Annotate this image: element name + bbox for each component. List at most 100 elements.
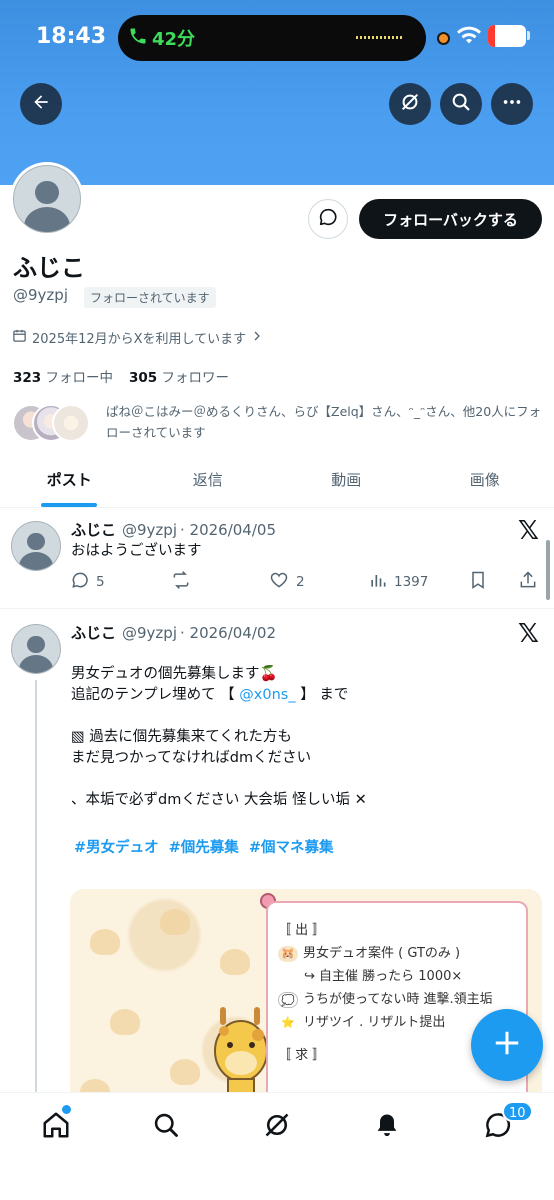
tab-replies[interactable]: 返信 xyxy=(139,458,278,507)
nav-home[interactable] xyxy=(40,1111,72,1143)
post-line: まだ見つかってなければdmください xyxy=(71,750,312,766)
followers-link[interactable]: 305 フォロワー xyxy=(129,366,229,386)
like-count: 2 xyxy=(296,574,305,590)
home-icon xyxy=(41,1110,71,1144)
following-link[interactable]: 323 フォロー中 xyxy=(13,366,113,386)
post-header: ふじこ @9yzpj · 2026/04/02 xyxy=(71,622,276,643)
like-button[interactable]: 2 xyxy=(268,570,305,594)
message-button[interactable] xyxy=(308,199,348,239)
joined-date[interactable]: 2025年12月からXを利用しています xyxy=(12,328,263,347)
follow-back-button[interactable]: フォローバックする xyxy=(359,199,542,239)
profile-handle: @9yzpj xyxy=(13,286,68,304)
share-icon xyxy=(518,570,538,594)
search-icon xyxy=(450,91,472,117)
analytics-icon xyxy=(368,570,388,594)
phone-icon xyxy=(128,26,148,51)
post-avatar[interactable] xyxy=(11,521,61,571)
mention-link[interactable]: @x0ns_ xyxy=(239,687,295,703)
bookmark-button[interactable] xyxy=(468,570,488,594)
x-logo-icon: 𝕏 xyxy=(518,619,539,649)
arrow-left-icon xyxy=(31,92,51,116)
nav-grok[interactable] xyxy=(261,1111,293,1143)
home-notification-dot xyxy=(62,1105,71,1114)
reply-icon xyxy=(70,570,90,594)
bottom-nav: 10 xyxy=(0,1092,554,1200)
post-author-handle[interactable]: @9yzpj xyxy=(122,624,177,642)
chevron-right-icon xyxy=(251,330,263,346)
views-button[interactable]: 1397 xyxy=(368,570,428,594)
mutual-followers-avatars[interactable] xyxy=(12,404,96,444)
chat-bubble-icon xyxy=(317,206,339,232)
template-note: 〚 出 〛 🐹 男女デュオ案件 ( GTのみ ) ↪ 自主催 勝ったら 1000×… xyxy=(266,901,528,1119)
hashtag-link[interactable]: #個マネ募集 xyxy=(249,836,334,857)
post-author-name[interactable]: ふじこ xyxy=(71,521,116,539)
post-date[interactable]: · 2026/04/05 xyxy=(180,521,276,539)
search-icon xyxy=(152,1111,180,1143)
repost-icon xyxy=(170,570,192,594)
more-button[interactable] xyxy=(491,83,533,125)
post-avatar[interactable] xyxy=(11,624,61,674)
grok-button[interactable] xyxy=(389,83,431,125)
nav-notifications[interactable] xyxy=(371,1111,403,1143)
star-icon: ⭐ xyxy=(281,1015,295,1029)
search-button[interactable] xyxy=(440,83,482,125)
post-line: ▧ 過去に個先募集来てくれた方も xyxy=(71,729,292,745)
hashtag-link[interactable]: #男女デュオ xyxy=(74,836,159,857)
mic-indicator-icon xyxy=(437,32,450,45)
grok-icon xyxy=(399,91,421,117)
compose-button[interactable] xyxy=(471,1009,543,1081)
hashtags: #男女デュオ #個先募集 #個マネ募集 xyxy=(74,836,333,857)
thread-line xyxy=(35,680,37,1100)
followed-by-text[interactable]: ぱね＠こはみー＠めるくりさん、らび【Zelq】さん、ᵔ_ᵔさん、他20人にフォロ… xyxy=(106,401,544,443)
plus-icon xyxy=(492,1028,522,1062)
post-date[interactable]: · 2026/04/02 xyxy=(180,624,276,642)
nav-search[interactable] xyxy=(150,1111,182,1143)
post-author-handle[interactable]: @9yzpj xyxy=(122,521,177,539)
reply-button[interactable]: 5 xyxy=(70,570,105,594)
repost-button[interactable] xyxy=(170,570,192,594)
battery-level: 18 xyxy=(497,27,517,43)
post-actions: 5 2 1397 xyxy=(70,570,544,594)
hamster-icon: 🐹 xyxy=(278,945,298,962)
joined-text: 2025年12月からXを利用しています xyxy=(32,332,247,347)
post-text: おはようございます xyxy=(71,543,202,559)
post-line: 追記のテンプレ埋めて 【 @x0ns_ 】 まで xyxy=(71,687,349,703)
display-name: ふじこ xyxy=(13,254,85,282)
profile-tabs: ポスト 返信 動画 画像 xyxy=(0,458,554,508)
scrollbar[interactable] xyxy=(546,540,550,600)
tab-images[interactable]: 画像 xyxy=(416,458,554,507)
speech-bubble-icon: 💭 xyxy=(278,991,298,1008)
default-avatar-icon xyxy=(13,165,81,233)
grok-icon xyxy=(263,1111,291,1143)
follows-you-badge: フォローされています xyxy=(84,287,216,308)
reply-count: 5 xyxy=(96,574,105,590)
profile-avatar[interactable] xyxy=(10,162,84,236)
calendar-icon xyxy=(12,328,27,347)
messages-badge: 10 xyxy=(502,1101,533,1122)
call-indicator: 42分 xyxy=(128,23,195,53)
post-header: ふじこ @9yzpj · 2026/04/05 xyxy=(71,519,276,540)
share-button[interactable] xyxy=(518,570,538,594)
tab-posts[interactable]: ポスト xyxy=(0,458,139,507)
post-text: 男女デュオの個先募集します🍒 追記のテンプレ埋めて 【 @x0ns_ 】 まで … xyxy=(71,664,367,811)
wifi-icon xyxy=(456,25,482,49)
tab-videos[interactable]: 動画 xyxy=(277,458,416,507)
mutual-avatar xyxy=(52,404,90,442)
bookmark-icon xyxy=(468,570,488,594)
back-button[interactable] xyxy=(20,83,62,125)
battery-icon: 18 xyxy=(488,25,526,47)
hashtag-link[interactable]: #個先募集 xyxy=(169,836,239,857)
dynamic-island[interactable]: 42分 xyxy=(118,15,426,61)
waveform-icon xyxy=(356,36,404,39)
heart-icon xyxy=(268,570,290,594)
follow-counts: 323 フォロー中 305 フォロワー xyxy=(13,366,229,386)
views-count: 1397 xyxy=(394,574,429,590)
post-author-name[interactable]: ふじこ xyxy=(71,624,116,642)
post-line: 、本垢で必ずdmください 大会垢 怪しい垢 ✕ xyxy=(71,792,367,808)
battery-cap xyxy=(527,31,530,40)
post-divider xyxy=(0,608,554,609)
status-time: 18:43 xyxy=(36,24,107,49)
post-image[interactable]: 〚 出 〛 🐹 男女デュオ案件 ( GTのみ ) ↪ 自主催 勝ったら 1000×… xyxy=(70,889,542,1119)
notifications-icon xyxy=(373,1111,401,1143)
x-logo-icon: 𝕏 xyxy=(518,516,539,546)
